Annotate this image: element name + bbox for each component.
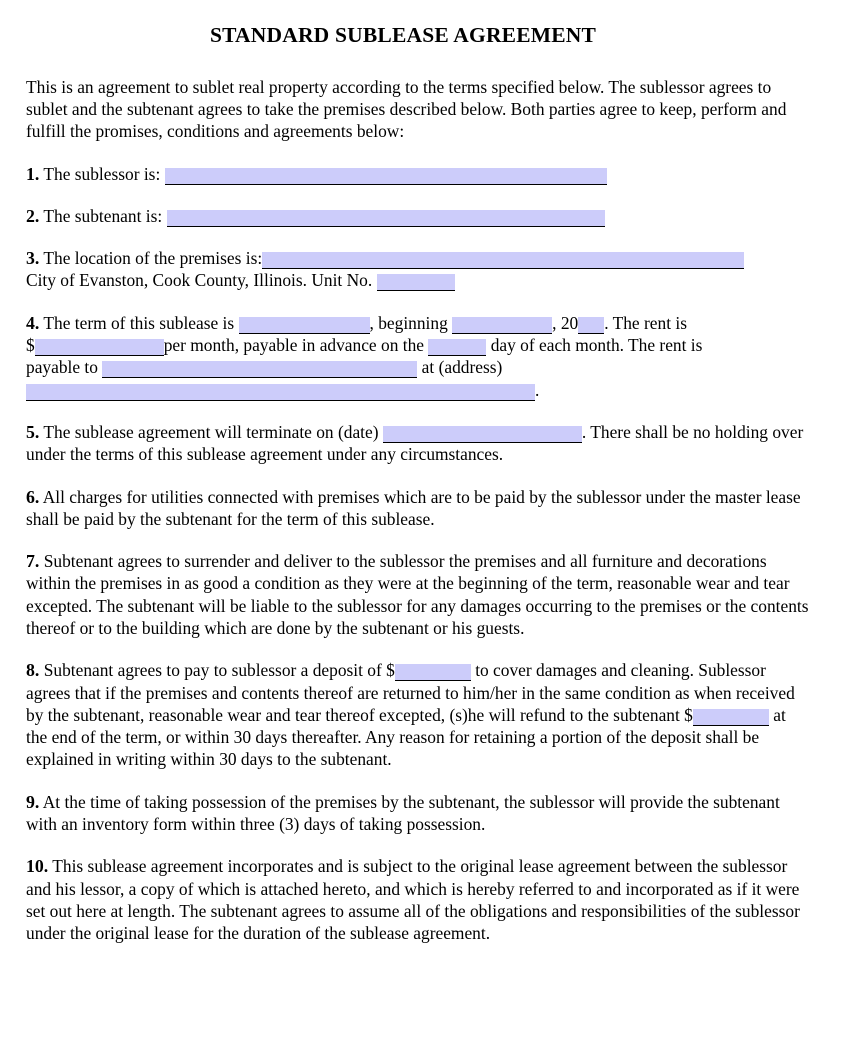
- clause-3-line2-label: City of Evanston, Cook County, Illinois.…: [26, 270, 373, 291]
- premises-location-field[interactable]: [262, 252, 601, 270]
- sublease-term-field[interactable]: [238, 316, 370, 334]
- clause-3-label: The location of the premises is:: [43, 248, 263, 269]
- rent-payable-address-field[interactable]: [26, 383, 535, 401]
- clause-4-text-4: . The rent is: [604, 312, 687, 333]
- premises-location-field-group: [262, 247, 745, 270]
- clause-4-text-8: payable to: [26, 357, 98, 378]
- clause-10-text: This sublease agreement incorporates and…: [26, 856, 800, 944]
- clause-10-number: 10.: [26, 856, 49, 877]
- clause-6-number: 6.: [26, 486, 40, 507]
- document-page: STANDARD SUBLEASE AGREEMENT This is an a…: [0, 0, 862, 1052]
- beginning-year-field[interactable]: [578, 316, 605, 334]
- clause-4-text-6: per month, payable in advance on the: [163, 335, 424, 356]
- sublessor-name-field[interactable]: [164, 167, 607, 185]
- clause-2-number: 2.: [26, 205, 40, 226]
- clause-2-label: The subtenant is:: [43, 205, 163, 226]
- clause-4-dollar-sign-1: $: [26, 335, 35, 356]
- clause-3: 3. The location of the premises is: City…: [26, 247, 810, 292]
- beginning-date-field[interactable]: [452, 316, 553, 334]
- clause-4-text-3: , 20: [552, 312, 579, 333]
- clause-7-text: Subtenant agrees to surrender and delive…: [26, 551, 809, 638]
- clause-8-number: 8.: [26, 660, 40, 681]
- clause-6-text: All charges for utilities connected with…: [26, 486, 801, 529]
- clause-4-text-7: day of each month. The rent is: [490, 335, 703, 356]
- clause-5-text-1: The sublease agreement will terminate on…: [43, 421, 379, 442]
- clause-8-text-1: Subtenant agrees to pay to sublessor a d…: [43, 660, 395, 681]
- clause-5: 5. The sublease agreement will terminate…: [26, 421, 810, 466]
- clause-1-number: 1.: [26, 163, 40, 184]
- clause-4: 4. The term of this sublease is , beginn…: [26, 312, 810, 401]
- clause-4-text-1: The term of this sublease is: [43, 312, 235, 333]
- refund-amount-field[interactable]: [692, 708, 769, 726]
- rent-payable-to-field[interactable]: [102, 361, 418, 379]
- monthly-rent-field[interactable]: [34, 339, 164, 357]
- clause-7: 7. Subtenant agrees to surrender and del…: [26, 550, 810, 639]
- subtenant-name-field[interactable]: [166, 209, 605, 227]
- page-title: STANDARD SUBLEASE AGREEMENT: [209, 23, 597, 47]
- premises-location-field-continuation[interactable]: [600, 252, 745, 270]
- clause-10: 10. This sublease agreement incorporates…: [26, 855, 810, 944]
- clause-9: 9. At the time of taking possession of t…: [26, 791, 810, 836]
- clause-3-number: 3.: [26, 248, 40, 269]
- clause-7-number: 7.: [26, 551, 40, 572]
- clause-4-text-10: .: [535, 379, 540, 400]
- clause-6: 6. All charges for utilities connected w…: [26, 486, 810, 531]
- clause-9-number: 9.: [26, 791, 40, 812]
- unit-number-field[interactable]: [376, 274, 455, 292]
- clause-1-label: The sublessor is:: [43, 163, 161, 184]
- clause-2: 2. The subtenant is:: [26, 205, 810, 227]
- clause-8: 8. Subtenant agrees to pay to sublessor …: [26, 659, 810, 770]
- intro-paragraph: This is an agreement to sublet real prop…: [26, 76, 787, 142]
- clause-5-number: 5.: [26, 421, 40, 442]
- rent-due-day-field[interactable]: [428, 339, 487, 357]
- clause-1: 1. The sublessor is:: [26, 163, 810, 185]
- clause-4-text-9: at (address): [421, 357, 503, 378]
- clause-4-text-2: , beginning: [369, 312, 448, 333]
- termination-date-field[interactable]: [382, 425, 582, 443]
- security-deposit-field[interactable]: [394, 664, 471, 682]
- clause-9-text: At the time of taking possession of the …: [26, 791, 780, 835]
- clause-4-number: 4.: [26, 312, 40, 333]
